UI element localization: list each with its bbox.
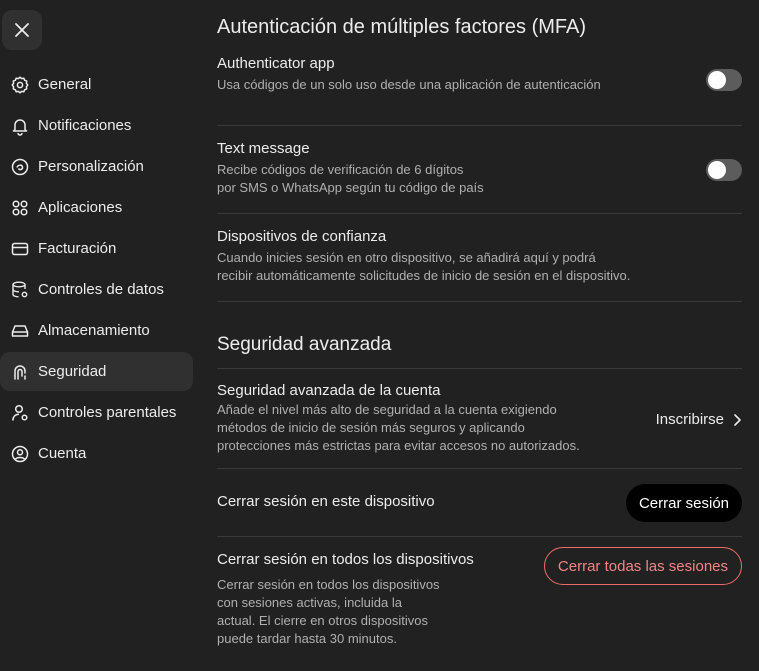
text-message-toggle[interactable] (706, 159, 742, 181)
sidebar-item-label: Seguridad (38, 363, 107, 380)
toggle-knob (708, 71, 726, 89)
text-message-row: Text message Recibe códigos de verificac… (217, 126, 742, 214)
parental-user-icon (10, 403, 30, 423)
sidebar-item-notificaciones[interactable]: Notificaciones (0, 106, 193, 145)
desc-line: recibir automáticamente solicitudes de i… (217, 268, 631, 283)
advanced-account-desc: Añade el nivel más alto de seguridad a l… (217, 401, 742, 455)
security-icon (10, 362, 30, 382)
authenticator-app-desc: Usa códigos de un solo uso desde una apl… (217, 77, 601, 92)
authenticator-app-toggle[interactable] (706, 69, 742, 91)
security-panel: Autenticación de múltiples factores (MFA… (217, 0, 742, 671)
logout-this-device-row: Cerrar sesión en este dispositivo Cerrar… (217, 469, 742, 537)
sidebar-item-controles-de-datos[interactable]: Controles de datos (0, 270, 193, 309)
chevron-right-icon (734, 413, 741, 426)
settings-dialog: General Notificaciones Personalización A… (0, 0, 759, 651)
desc-line: protecciones más estrictas para evitar a… (217, 438, 580, 453)
logout-all-sessions-button[interactable]: Cerrar todas las sesiones (543, 547, 742, 585)
close-icon (15, 23, 29, 37)
text-message-title: Text message (217, 140, 310, 157)
gear-icon (10, 75, 30, 95)
desc-line: Cuando inicies sesión en otro dispositiv… (217, 250, 596, 265)
sidebar-item-almacenamiento[interactable]: Almacenamiento (0, 311, 193, 350)
sidebar-item-cuenta[interactable]: Cuenta (0, 434, 193, 473)
sidebar-item-personalizacion[interactable]: Personalización (0, 147, 193, 186)
trusted-devices-title: Dispositivos de confianza (217, 228, 387, 245)
mfa-heading: Autenticación de múltiples factores (MFA… (217, 16, 587, 38)
toggle-knob (708, 161, 726, 179)
desc-line: Recibe códigos de verificación de 6 dígi… (217, 162, 464, 177)
sidebar-item-aplicaciones[interactable]: Aplicaciones (0, 188, 193, 227)
desc-line: puede tardar hasta 30 minutos. (217, 631, 397, 646)
desc-line: con sesiones activas, incluida la (217, 595, 402, 610)
sidebar-item-general[interactable]: General (0, 65, 193, 104)
bell-icon (10, 116, 30, 136)
sidebar-item-label: Aplicaciones (38, 199, 123, 216)
logout-all-desc: Cerrar sesión en todos los dispositivos … (217, 576, 742, 648)
sidebar-item-label: Controles de datos (38, 281, 164, 298)
sidebar-item-label: Notificaciones (38, 117, 132, 134)
sidebar-item-label: Controles parentales (38, 404, 177, 421)
trusted-devices-row: Dispositivos de confianza Cuando inicies… (217, 214, 742, 302)
account-icon (10, 444, 30, 464)
logout-this-device-title: Cerrar sesión en este dispositivo (217, 493, 435, 510)
authenticator-app-title: Authenticator app (217, 55, 335, 72)
logout-button[interactable]: Cerrar sesión (625, 484, 742, 522)
personalize-icon (10, 157, 30, 177)
sidebar-item-facturacion[interactable]: Facturación (0, 229, 193, 268)
enroll-label: Inscribirse (655, 411, 724, 428)
advanced-security-heading: Seguridad avanzada (217, 334, 742, 369)
sidebar-item-seguridad[interactable]: Seguridad (0, 352, 193, 391)
desc-line: actual. El cierre en otros dispositivos (217, 613, 428, 628)
advanced-account-title: Seguridad avanzada de la cuenta (217, 382, 441, 399)
enroll-button[interactable]: Inscribirse (656, 411, 742, 428)
text-message-desc: Recibe códigos de verificación de 6 dígi… (217, 161, 742, 197)
database-settings-icon (10, 280, 30, 300)
desc-line: por SMS o WhatsApp según tu código de pa… (217, 180, 484, 195)
storage-drive-icon (10, 321, 30, 341)
sidebar-item-label: Almacenamiento (38, 322, 150, 339)
apps-grid-icon (10, 198, 30, 218)
credit-card-icon (10, 239, 30, 259)
sidebar-item-label: Cuenta (38, 445, 87, 462)
sidebar-item-label: General (38, 76, 92, 93)
trusted-devices-desc: Cuando inicies sesión en otro dispositiv… (217, 249, 742, 285)
close-button[interactable] (2, 10, 42, 50)
sidebar-item-controles-parentales[interactable]: Controles parentales (0, 393, 193, 432)
advanced-account-row: Seguridad avanzada de la cuenta Añade el… (217, 369, 742, 469)
sidebar-item-label: Facturación (38, 240, 117, 257)
sidebar-item-label: Personalización (38, 158, 144, 175)
authenticator-app-row: Authenticator app Usa códigos de un solo… (217, 55, 742, 126)
sidebar-nav: General Notificaciones Personalización A… (0, 65, 193, 475)
